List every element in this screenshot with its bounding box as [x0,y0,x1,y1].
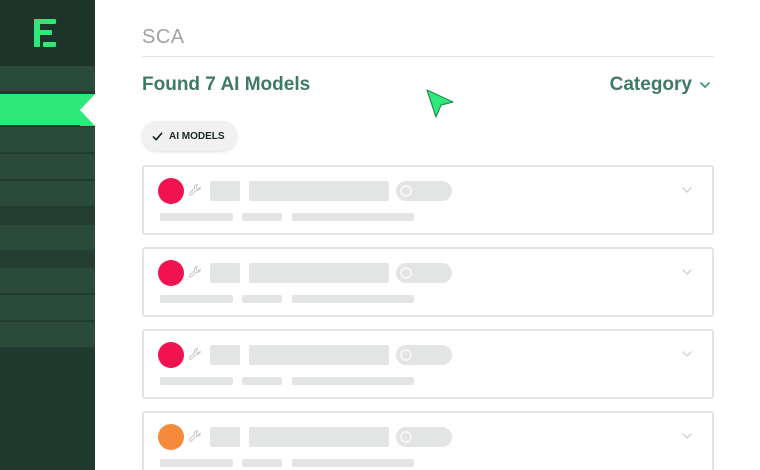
skeleton-title [249,263,389,283]
sidebar-item-9[interactable] [0,268,95,294]
category-label: Category [609,74,692,95]
wrench-icon [188,429,201,442]
sidebar-item-4[interactable] [0,154,95,180]
skeleton-line [292,377,414,385]
skeleton-block [210,181,240,201]
chevron-down-icon [700,82,710,88]
skeleton-title [249,345,389,365]
wrench-icon [188,265,201,278]
skeleton-line [242,459,282,467]
checkmark-icon [152,131,163,141]
skeleton-block [210,345,240,365]
ai-model-card[interactable] [142,165,714,235]
expand-chevron-icon[interactable] [680,183,694,197]
page-title: SCA [142,26,185,48]
sidebar-item-10[interactable] [0,295,95,321]
skeleton-title [249,181,389,201]
sidebar [0,0,95,470]
sidebar-item-3[interactable] [0,127,95,153]
wrench-icon [188,183,201,196]
skeleton-line [160,377,233,385]
sidebar-item-11[interactable] [0,322,95,348]
skeleton-line [160,295,233,303]
title-divider [142,56,714,57]
skeleton-tag [396,181,452,201]
skeleton-tag [396,345,452,365]
ai-model-card[interactable] [142,247,714,317]
skeleton-line [292,295,414,303]
severity-indicator [158,342,184,368]
sidebar-item-1[interactable] [0,66,95,92]
expand-chevron-icon[interactable] [680,265,694,279]
expand-chevron-icon[interactable] [680,347,694,361]
severity-indicator [158,178,184,204]
filter-chip-label: AI MODELS [169,130,225,142]
skeleton-line [292,213,414,221]
results-count-heading: Found 7 AI Models [142,74,311,95]
skeleton-line [160,459,233,467]
skeleton-tag [396,427,452,447]
skeleton-title [249,427,389,447]
skeleton-line [242,295,282,303]
logo-area[interactable] [0,0,95,66]
skeleton-block [210,427,240,447]
wrench-icon [188,347,201,360]
ai-model-card[interactable] [142,329,714,399]
expand-chevron-icon[interactable] [680,429,694,443]
skeleton-line [242,213,282,221]
sidebar-item-7[interactable] [0,225,95,251]
mouse-pointer-icon [426,89,454,118]
active-indicator-notch [80,94,95,126]
skeleton-line [160,213,233,221]
category-dropdown[interactable]: Category [610,74,712,96]
skeleton-tag [396,263,452,283]
sidebar-item-5[interactable] [0,181,95,207]
skeleton-block [210,263,240,283]
ai-model-card[interactable] [142,411,714,470]
severity-indicator [158,424,184,450]
main-content: SCA Found 7 AI Models Category AI MODELS [142,0,714,470]
escape-logo-icon [34,19,58,47]
severity-indicator [158,260,184,286]
skeleton-line [242,377,282,385]
skeleton-line [292,459,414,467]
filter-chip-ai-models[interactable]: AI MODELS [142,121,237,151]
